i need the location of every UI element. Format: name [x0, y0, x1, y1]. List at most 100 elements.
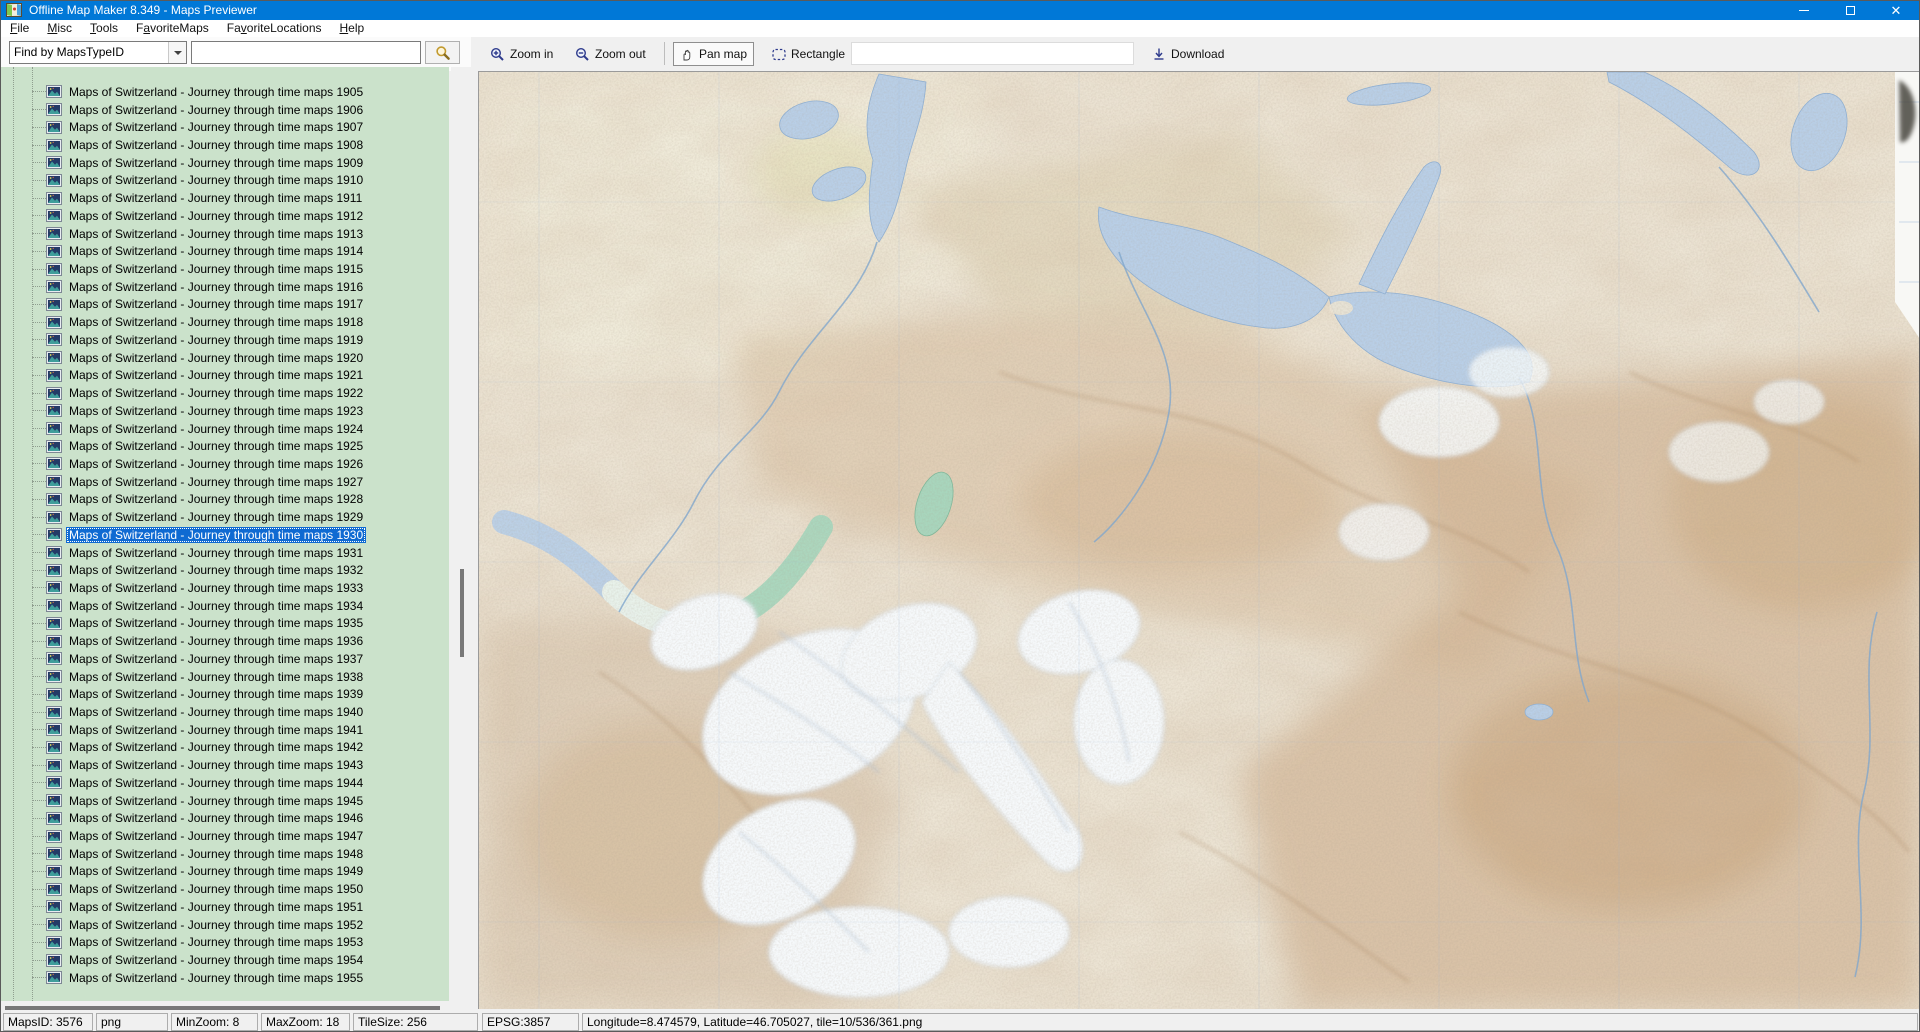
find-input[interactable] [191, 41, 421, 64]
tree-item[interactable]: Maps of Switzerland - Journey through ti… [1, 827, 449, 845]
tree-item[interactable]: Maps of Switzerland - Journey through ti… [1, 260, 449, 278]
tree-item-label: Maps of Switzerland - Journey through ti… [69, 811, 364, 826]
map-image-icon [46, 386, 62, 400]
toolbar-separator [664, 42, 665, 65]
download-button[interactable]: Download [1146, 42, 1230, 66]
minimize-button[interactable] [1781, 1, 1827, 20]
tree-item[interactable]: Maps of Switzerland - Journey through ti… [1, 225, 449, 243]
horizontal-scrollbar-thumb[interactable] [5, 1006, 440, 1010]
tree-item[interactable]: Maps of Switzerland - Journey through ti… [1, 544, 449, 562]
find-by-dropdown[interactable]: Find by MapsTypeID [9, 41, 187, 64]
tree-connector [32, 339, 46, 341]
tree-item[interactable]: Maps of Switzerland - Journey through ti… [1, 934, 449, 952]
menu-item-tools[interactable]: Tools [81, 20, 127, 36]
tree-item[interactable]: Maps of Switzerland - Journey through ti… [1, 579, 449, 597]
map-image-icon [46, 670, 62, 684]
tree-item[interactable]: Maps of Switzerland - Journey through ti… [1, 561, 449, 579]
tree-connector [32, 835, 46, 837]
tree-item[interactable]: Maps of Switzerland - Journey through ti… [1, 384, 449, 402]
tree-item[interactable]: Maps of Switzerland - Journey through ti… [1, 792, 449, 810]
tree-item-label: Maps of Switzerland - Journey through ti… [69, 297, 364, 312]
tree-item[interactable]: Maps of Switzerland - Journey through ti… [1, 703, 449, 721]
zoom-in-label: Zoom in [510, 47, 554, 61]
tree-item[interactable]: Maps of Switzerland - Journey through ti… [1, 597, 449, 615]
menu-item-misc[interactable]: Misc [38, 20, 81, 36]
tree-item-label: Maps of Switzerland - Journey through ti… [69, 598, 364, 613]
tree-item[interactable]: Maps of Switzerland - Journey through ti… [1, 615, 449, 633]
maximize-button[interactable] [1827, 1, 1873, 20]
tree-connector [32, 321, 46, 323]
tree-item[interactable]: Maps of Switzerland - Journey through ti… [1, 367, 449, 385]
tree-item[interactable]: Maps of Switzerland - Journey through ti… [1, 101, 449, 119]
tree-item[interactable]: Maps of Switzerland - Journey through ti… [1, 172, 449, 190]
tree-item[interactable]: Maps of Switzerland - Journey through ti… [1, 207, 449, 225]
tree-item-label: Maps of Switzerland - Journey through ti… [69, 775, 364, 790]
search-button[interactable] [425, 41, 460, 64]
tree-item[interactable]: Maps of Switzerland - Journey through ti… [1, 278, 449, 296]
close-icon: ✕ [1890, 3, 1902, 18]
tree-connector [32, 729, 46, 731]
map-image-icon [46, 209, 62, 223]
tree-item[interactable]: Maps of Switzerland - Journey through ti… [1, 809, 449, 827]
close-button[interactable]: ✕ [1873, 1, 1919, 20]
tree-item[interactable]: Maps of Switzerland - Journey through ti… [1, 969, 449, 987]
tree-item[interactable]: Maps of Switzerland - Journey through ti… [1, 402, 449, 420]
tree-item[interactable]: Maps of Switzerland - Journey through ti… [1, 473, 449, 491]
tree-item-label: Maps of Switzerland - Journey through ti… [69, 829, 364, 844]
tree-item[interactable]: Maps of Switzerland - Journey through ti… [1, 668, 449, 686]
tree-item[interactable]: Maps of Switzerland - Journey through ti… [1, 455, 449, 473]
tree-item[interactable]: Maps of Switzerland - Journey through ti… [1, 136, 449, 154]
tree-item[interactable]: Maps of Switzerland - Journey through ti… [1, 685, 449, 703]
tree-item[interactable]: Maps of Switzerland - Journey through ti… [1, 721, 449, 739]
tree-item[interactable]: Maps of Switzerland - Journey through ti… [1, 437, 449, 455]
tree-item[interactable]: Maps of Switzerland - Journey through ti… [1, 863, 449, 881]
map-canvas[interactable] [479, 72, 1920, 1009]
tree-item[interactable]: Maps of Switzerland - Journey through ti… [1, 349, 449, 367]
tree-item[interactable]: Maps of Switzerland - Journey through ti… [1, 313, 449, 331]
rectangle-button[interactable]: Rectangle [766, 42, 851, 66]
tree-item[interactable]: Maps of Switzerland - Journey through ti… [1, 774, 449, 792]
tree-item[interactable]: Maps of Switzerland - Journey through ti… [1, 83, 449, 101]
tree-item[interactable]: Maps of Switzerland - Journey through ti… [1, 508, 449, 526]
tree-item[interactable]: Maps of Switzerland - Journey through ti… [1, 189, 449, 207]
tree-item[interactable]: Maps of Switzerland - Journey through ti… [1, 154, 449, 172]
tree-item[interactable]: Maps of Switzerland - Journey through ti… [1, 898, 449, 916]
tree-connector [32, 622, 46, 624]
dropdown-button[interactable] [168, 42, 186, 63]
tree-item[interactable]: Maps of Switzerland - Journey through ti… [1, 880, 449, 898]
map-viewport[interactable] [478, 71, 1920, 1009]
tree-connector [32, 552, 46, 554]
tree-item[interactable]: Maps of Switzerland - Journey through ti… [1, 118, 449, 136]
tree-item[interactable]: Maps of Switzerland - Journey through ti… [1, 756, 449, 774]
menu-item-favoritelocations[interactable]: FavoriteLocations [218, 20, 331, 36]
tree-item[interactable]: Maps of Switzerland - Journey through ti… [1, 242, 449, 260]
tree-item[interactable]: Maps of Switzerland - Journey through ti… [1, 526, 449, 544]
pan-map-button[interactable]: Pan map [673, 42, 755, 66]
tree-item[interactable]: Maps of Switzerland - Journey through ti… [1, 331, 449, 349]
tree-vertical-scrollbar[interactable] [451, 67, 471, 1013]
vertical-scrollbar-thumb[interactable] [460, 569, 464, 657]
menu-item-file[interactable]: File [1, 20, 38, 36]
map-image-icon [46, 351, 62, 365]
tree-item[interactable]: Maps of Switzerland - Journey through ti… [1, 916, 449, 934]
map-image-icon [46, 244, 62, 258]
zoom-out-button[interactable]: Zoom out [569, 42, 652, 66]
tree-item[interactable]: Maps of Switzerland - Journey through ti… [1, 845, 449, 863]
tree-item[interactable]: Maps of Switzerland - Journey through ti… [1, 491, 449, 509]
tree-item[interactable]: Maps of Switzerland - Journey through ti… [1, 296, 449, 314]
menu-item-favoritemaps[interactable]: FavoriteMaps [127, 20, 218, 36]
tree-item-label: Maps of Switzerland - Journey through ti… [69, 846, 364, 861]
status-panel: MapsID: 3576 [3, 1013, 93, 1031]
tree-item[interactable]: Maps of Switzerland - Journey through ti… [1, 650, 449, 668]
tree-connector [32, 162, 46, 164]
menu-item-help[interactable]: Help [331, 20, 374, 36]
toolbar-input[interactable] [851, 42, 1134, 65]
tree-item[interactable]: Maps of Switzerland - Journey through ti… [1, 739, 449, 757]
map-image-icon [46, 492, 62, 506]
tree-item-label: Maps of Switzerland - Journey through ti… [69, 403, 364, 418]
zoom-in-button[interactable]: Zoom in [484, 42, 559, 66]
tree-item[interactable]: Maps of Switzerland - Journey through ti… [1, 632, 449, 650]
map-image-icon [46, 740, 62, 754]
tree-item[interactable]: Maps of Switzerland - Journey through ti… [1, 420, 449, 438]
tree-item[interactable]: Maps of Switzerland - Journey through ti… [1, 951, 449, 969]
